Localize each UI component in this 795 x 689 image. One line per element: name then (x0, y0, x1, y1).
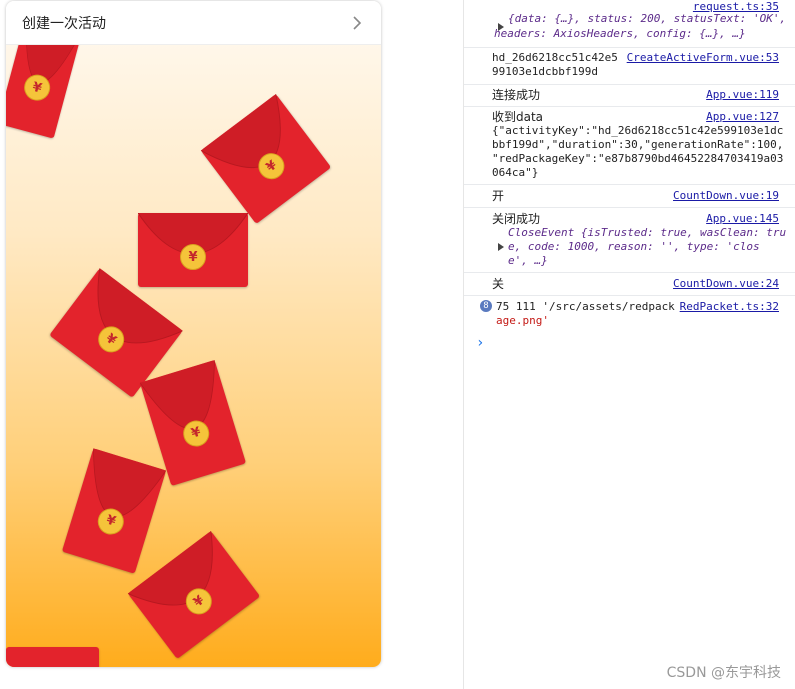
coin-icon: ¥ (180, 583, 218, 620)
coin-icon: ¥ (92, 321, 130, 358)
console-entry: App.vue:119 连接成功 (464, 85, 795, 107)
coin-icon: ¥ (179, 417, 213, 450)
log-text: 开 (492, 189, 505, 203)
repeat-count-badge: 8 (480, 300, 492, 312)
red-packet[interactable]: ¥ (200, 93, 332, 225)
red-packet[interactable]: ¥ (61, 448, 167, 574)
page-title: 创建一次活动 (22, 15, 106, 32)
console-entry: request.ts:35 {data: {…}, status: 200, s… (464, 0, 795, 48)
log-text: 收到data (492, 110, 544, 124)
log-text: e', …} (508, 254, 548, 267)
console-entry: CountDown.vue:24 关 (464, 273, 795, 296)
log-text: CloseEvent {isTrusted: true, wasClean: t… (508, 226, 787, 239)
console-prompt-icon[interactable]: › (476, 335, 484, 351)
source-link[interactable]: App.vue:119 (706, 88, 779, 101)
log-text: bbf199d","duration":30,"generationRate":… (492, 138, 784, 151)
source-link[interactable]: CountDown.vue:24 (673, 277, 779, 290)
console-entry: App.vue:145 关闭成功 CloseEvent {isTrusted: … (464, 208, 795, 273)
source-link[interactable]: App.vue:127 (706, 110, 779, 123)
source-link[interactable]: App.vue:145 (706, 212, 779, 225)
log-text: e, code: 1000, reason: '', type: 'clos (508, 240, 760, 253)
log-text: 连接成功 (492, 88, 541, 102)
console-entry: 8 RedPacket.ts:32 75 111 '/src/assets/re… (464, 296, 795, 330)
phone-preview: 创建一次活动 ¥ ¥ ¥ ¥ ¥ ¥ ¥ (6, 1, 381, 667)
log-text: 75 111 '/src/assets/redpack (496, 300, 675, 313)
create-activity-row[interactable]: 创建一次活动 (6, 1, 381, 45)
coin-icon: ¥ (180, 244, 206, 271)
log-text: 064ca"} (492, 166, 539, 179)
log-text: "redPackageKey":"e87b8790bd4645228470341… (492, 152, 784, 165)
red-packet[interactable] (6, 647, 99, 667)
log-text: age.png' (496, 314, 549, 327)
log-text: hd_26d6218cc51c42e5 (492, 51, 618, 64)
console-entry: App.vue:127 收到data {"activityKey":"hd_26… (464, 107, 795, 185)
coin-icon: ¥ (94, 505, 128, 538)
log-text: {"activityKey":"hd_26d6218cc51c42e599103… (492, 124, 784, 137)
watermark: CSDN @东宇科技 (666, 662, 781, 682)
console-entry: CountDown.vue:19 开 (464, 185, 795, 208)
source-link[interactable]: RedPacket.ts:32 (679, 300, 779, 313)
red-packet[interactable]: ¥ (127, 530, 261, 660)
source-link[interactable]: CreateActiveForm.vue:53 (626, 51, 779, 64)
coin-icon: ¥ (21, 71, 54, 104)
chevron-right-icon (353, 16, 362, 30)
log-text: {data: {…}, status: 200, statusText: 'OK… (508, 12, 787, 25)
console-entry: CreateActiveForm.vue:53 hd_26d6218cc51c4… (464, 48, 795, 85)
expand-triangle-icon[interactable] (498, 243, 504, 251)
log-text: 关闭成功 (492, 212, 541, 226)
coin-icon: ¥ (253, 148, 290, 185)
red-packet[interactable]: ¥ (138, 213, 248, 287)
source-link[interactable]: CountDown.vue:19 (673, 189, 779, 202)
log-text: 关 (492, 277, 505, 291)
log-text: headers: AxiosHeaders, config: {…}, …} (494, 27, 746, 40)
log-text: 99103e1dcbbf199d (492, 65, 598, 78)
devtools-console: request.ts:35 {data: {…}, status: 200, s… (463, 0, 795, 689)
